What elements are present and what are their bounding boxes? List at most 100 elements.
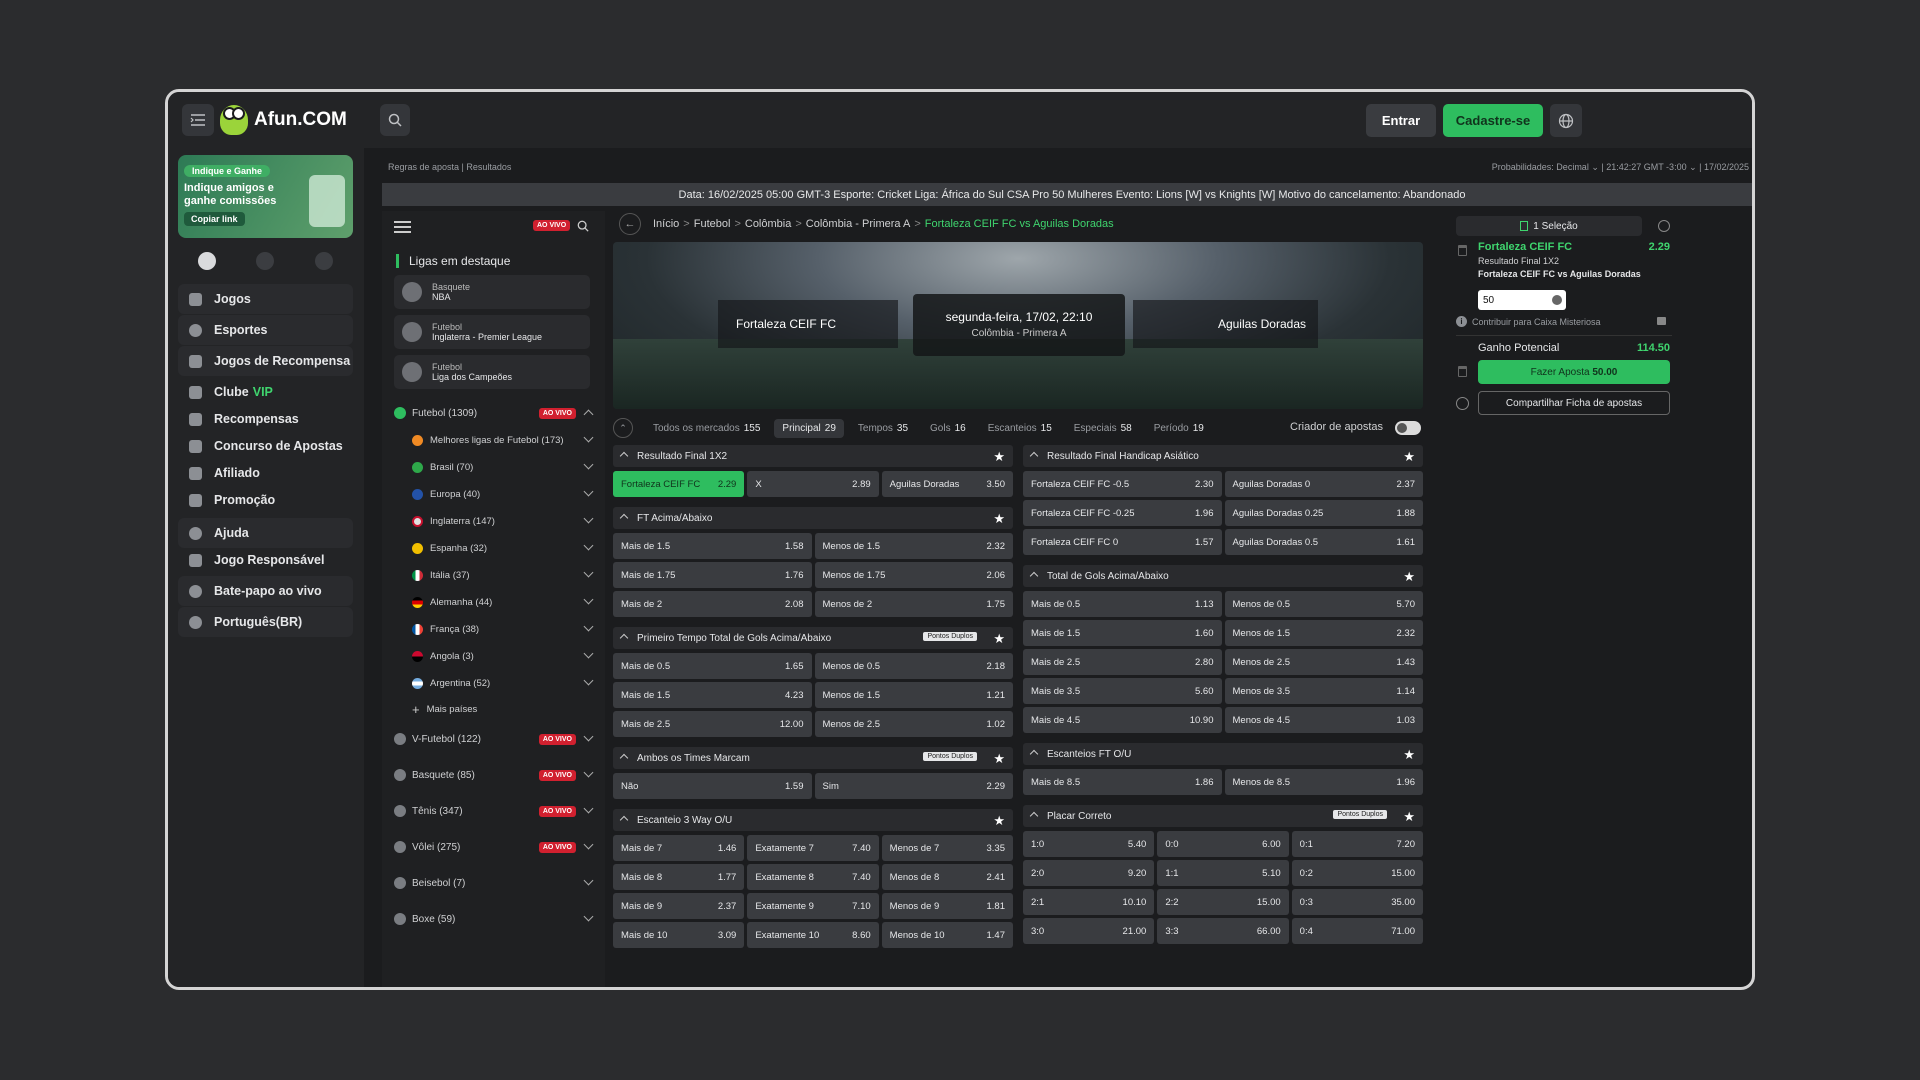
nav-item-clube-vip[interactable]: Clube VIP [178,377,353,407]
stake-input[interactable]: 50 [1478,290,1566,310]
odds-button[interactable]: Menos de 1.5 2.32 [814,533,1013,559]
odds-button[interactable]: Aguilas Doradas 0.25 1.88 [1224,500,1423,526]
sub-league[interactable]: Europa (40) [412,484,598,504]
sub-league[interactable]: Argentina (52) [412,673,598,693]
odds-button[interactable]: 0:1 7.20 [1291,831,1423,857]
odds-button[interactable]: Mais de 8.5 1.86 [1023,769,1222,795]
star-icon[interactable]: ★ [1403,569,1415,585]
star-icon[interactable]: ★ [1403,809,1415,825]
odds-button[interactable]: Mais de 4.5 10.90 [1023,707,1222,733]
odds-button[interactable]: Fortaleza CEIF FC -0.25 1.96 [1023,500,1222,526]
market-header[interactable]: Escanteio 3 Way O/U ★ [613,809,1013,831]
star-icon[interactable]: ★ [993,751,1005,767]
back-arrow-icon[interactable]: ← [619,213,641,235]
sport-tenis[interactable]: Tênis (347) AO VIVO [394,801,598,821]
star-icon[interactable]: ★ [1403,747,1415,763]
sub-league[interactable]: França (38) [412,619,598,639]
sport-volei[interactable]: Vôlei (275) AO VIVO [394,837,598,857]
sub-league[interactable]: Alemanha (44) [412,592,598,612]
nav-item-concurso[interactable]: Concurso de Apostas [178,431,353,461]
nav-item-ajuda[interactable]: Ajuda [178,518,353,548]
odds-button[interactable]: Menos de 4.5 1.03 [1224,707,1423,733]
odds-button[interactable]: 0:2 15.00 [1291,860,1423,886]
sub-league[interactable]: Inglaterra (147) [412,511,598,531]
odds-button[interactable]: Mais de 0.5 1.65 [613,653,812,679]
copy-link-button[interactable]: Copiar link [184,212,245,226]
odds-button[interactable]: Menos de 2.5 1.02 [814,711,1013,737]
history-icon[interactable] [314,252,333,270]
breadcrumb-item[interactable]: Colômbia - Primera A [806,218,911,230]
odds-button[interactable]: Mais de 7 1.46 [613,835,745,861]
odds-button[interactable]: Mais de 0.5 1.13 [1023,591,1222,617]
nav-item-jogos[interactable]: Jogos [178,284,353,314]
tab-todos[interactable]: Todos os mercados 155 [645,419,768,438]
breadcrumb-item[interactable]: Futebol [694,218,731,230]
odds-button[interactable]: Menos de 2.5 1.43 [1224,649,1423,675]
odds-button[interactable]: Mais de 1.5 1.60 [1023,620,1222,646]
odds-button[interactable]: Menos de 9 1.81 [881,893,1013,919]
odds-button[interactable]: 0:0 6.00 [1157,831,1289,857]
user-icon[interactable] [1658,220,1670,232]
tab-escanteios[interactable]: Escanteios 15 [980,419,1060,438]
nav-item-language[interactable]: Português(BR) [178,607,353,637]
star-icon[interactable]: ★ [993,449,1005,465]
sub-league[interactable]: Angola (3) [412,646,598,666]
odds-button[interactable]: Mais de 9 2.37 [613,893,745,919]
odds-button[interactable]: Sim 2.29 [814,773,1013,799]
odds-button[interactable]: Menos de 0.5 2.18 [814,653,1013,679]
odds-button[interactable]: 3:0 21.00 [1023,918,1155,944]
tab-periodo[interactable]: Período 19 [1146,419,1212,438]
sport-basquete[interactable]: Basquete (85) AO VIVO [394,765,598,785]
star-icon[interactable]: ★ [993,631,1005,647]
nav-item-jogos-recompensa[interactable]: Jogos de Recompensa [178,346,353,376]
odds-button[interactable]: Exatamente 8 7.40 [747,864,879,890]
odds-button[interactable]: Mais de 3.5 5.60 [1023,678,1222,704]
odds-button[interactable]: Mais de 1.5 1.58 [613,533,812,559]
odds-button[interactable]: 1:0 5.40 [1023,831,1155,857]
nav-item-chat[interactable]: Bate-papo ao vivo [178,576,353,606]
market-header[interactable]: Resultado Final 1X2 ★ [613,445,1013,467]
nav-item-afiliado[interactable]: Afiliado [178,458,353,488]
odds-button[interactable]: 0:4 71.00 [1291,918,1423,944]
live-badge[interactable]: AO VIVO [533,220,571,231]
mystery-box-info[interactable]: Contribuir para Caixa Misteriosa [1456,316,1601,327]
signup-button[interactable]: Cadastre-se [1443,104,1543,137]
odds-button[interactable]: Fortaleza CEIF FC -0.5 2.30 [1023,471,1222,497]
odds-button[interactable]: Aguilas Doradas 0.5 1.61 [1224,529,1423,555]
sport-beisebol[interactable]: Beisebol (7) [394,873,598,893]
slip-header[interactable]: 1 Seleção [1456,216,1642,236]
star-icon[interactable]: ★ [993,511,1005,527]
odds-button[interactable]: Menos de 3.5 1.14 [1224,678,1423,704]
menu-toggle-button[interactable] [182,104,214,136]
sub-league[interactable]: Itália (37) [412,565,598,585]
odds-button[interactable]: 3:3 66.00 [1157,918,1289,944]
settings-icon[interactable] [256,252,275,270]
odds-button[interactable]: Menos de 7 3.35 [881,835,1013,861]
nav-item-jogo-responsavel[interactable]: Jogo Responsável [178,545,353,575]
odds-button[interactable]: Aguilas Doradas 3.50 [881,471,1013,497]
referral-banner[interactable]: Indique e Ganhe Indique amigos e ganhe c… [178,155,353,238]
sport-v-futebol[interactable]: V-Futebol (122) AO VIVO [394,729,598,749]
sub-league[interactable]: Melhores ligas de Futebol (173) [412,430,598,450]
tab-principal[interactable]: Principal 29 [774,418,844,438]
breadcrumb-item[interactable]: Início [653,218,679,230]
market-header[interactable]: Primeiro Tempo Total de Gols Acima/Abaix… [613,627,1013,649]
collapse-all-icon[interactable]: ⌃ [613,418,633,438]
rules-results-links[interactable]: Regras de aposta | Resultados [388,162,511,172]
brand-logo[interactable]: Afun.COM [220,105,347,135]
odds-button[interactable]: 1:1 5.10 [1157,860,1289,886]
clear-icon[interactable] [1552,295,1562,305]
market-header[interactable]: Resultado Final Handicap Asiático ★ [1023,445,1423,467]
featured-league-nba[interactable]: Basquete NBA [394,275,590,309]
market-header[interactable]: Placar Correto Pontos Duplos ★ [1023,805,1423,827]
tab-gols[interactable]: Gols 16 [922,419,974,438]
market-header[interactable]: FT Acima/Abaixo ★ [613,507,1013,529]
sub-league[interactable]: Brasil (70) [412,457,598,477]
odds-button[interactable]: Menos de 1.5 1.21 [814,682,1013,708]
search-button[interactable] [380,104,410,136]
sport-futebol[interactable]: Futebol (1309) AO VIVO [394,403,598,423]
odds-button[interactable]: Mais de 2.5 2.80 [1023,649,1222,675]
odds-button[interactable]: Exatamente 9 7.10 [747,893,879,919]
odds-button[interactable]: 2:0 9.20 [1023,860,1155,886]
odds-button[interactable]: Menos de 10 1.47 [881,922,1013,948]
